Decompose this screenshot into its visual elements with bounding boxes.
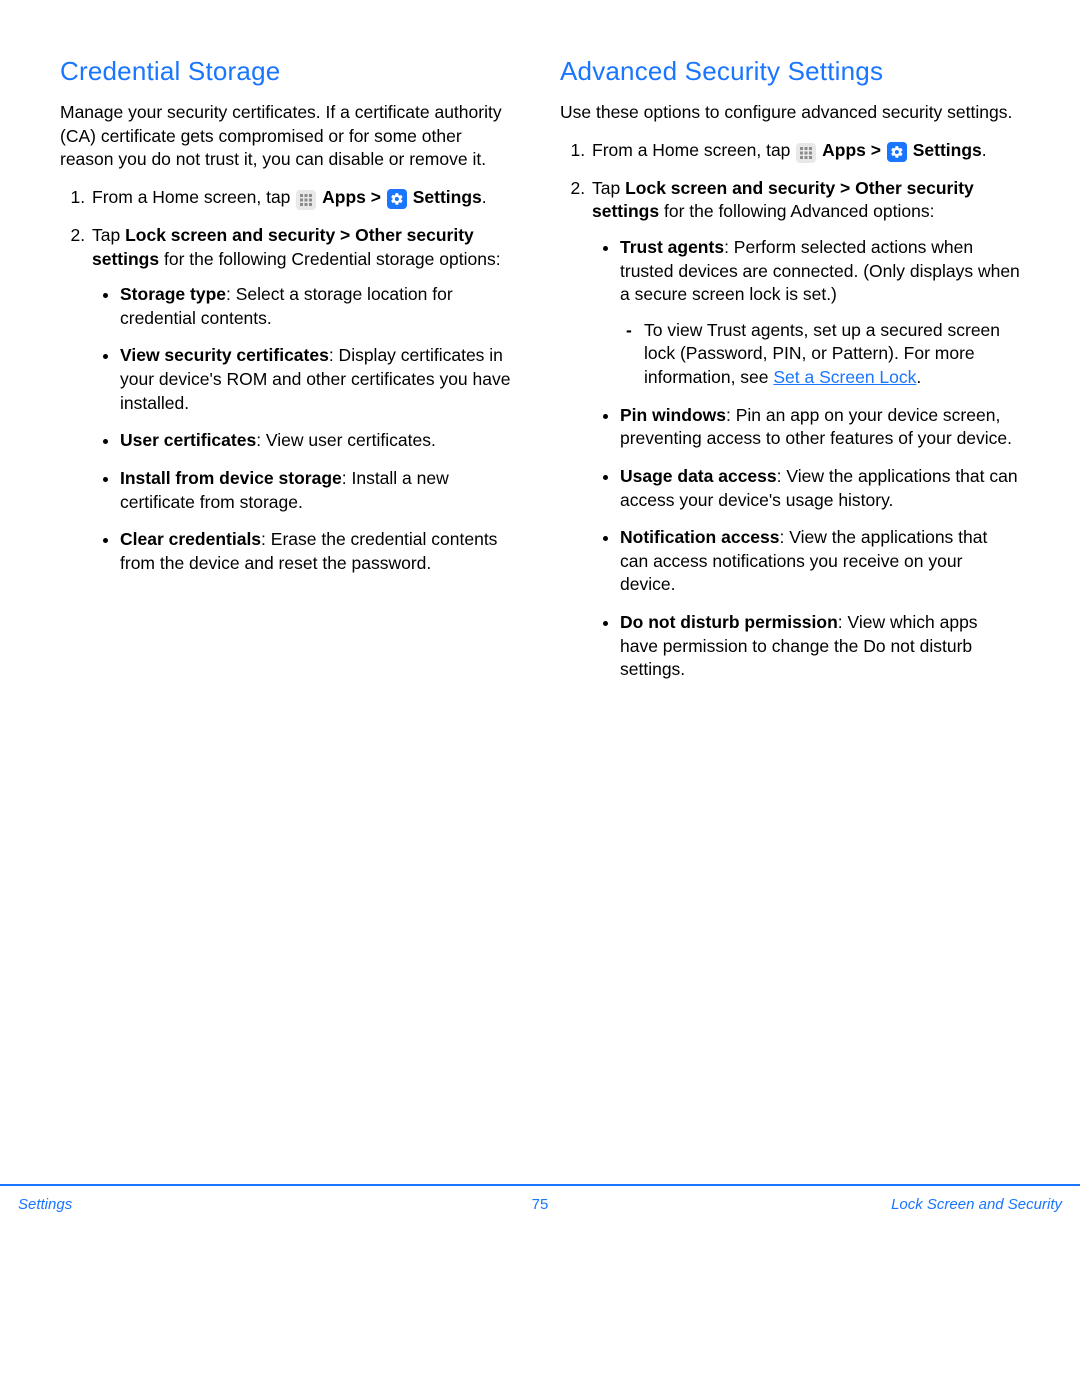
- apps-label: Apps: [822, 140, 866, 160]
- trust-agents-sub: To view Trust agents, set up a secured s…: [620, 319, 1020, 390]
- left-column: Credential Storage Manage your security …: [60, 56, 520, 696]
- settings-label: Settings: [913, 140, 982, 160]
- credential-steps: From a Home screen, tap Apps > Settings.…: [60, 186, 520, 576]
- option-term: Pin windows: [620, 405, 726, 425]
- option-term: Install from device storage: [120, 468, 342, 488]
- option-storage-type: Storage type: Select a storage location …: [120, 283, 520, 330]
- apps-icon: [296, 190, 316, 210]
- sub-dot: .: [916, 367, 921, 387]
- advanced-step-1: From a Home screen, tap Apps > Settings.: [590, 139, 1020, 163]
- step-dot: .: [982, 140, 987, 160]
- gt-separator: >: [366, 187, 386, 207]
- option-dnd-permission: Do not disturb permission: View which ap…: [620, 611, 1020, 682]
- credential-storage-heading: Credential Storage: [60, 56, 520, 87]
- credential-options: Storage type: Select a storage location …: [92, 283, 520, 575]
- option-term: View security certificates: [120, 345, 329, 365]
- option-user-certs: User certificates: View user certificate…: [120, 429, 520, 453]
- option-term: Notification access: [620, 527, 780, 547]
- option-clear-credentials: Clear credentials: Erase the credential …: [120, 528, 520, 575]
- step-text: From a Home screen, tap: [92, 187, 295, 207]
- step-dot: .: [482, 187, 487, 207]
- credential-step-2: Tap Lock screen and security > Other sec…: [90, 224, 520, 576]
- option-usage-data: Usage data access: View the applications…: [620, 465, 1020, 512]
- apps-icon: [796, 143, 816, 163]
- option-term: Storage type: [120, 284, 226, 304]
- step-text: for the following Advanced options:: [659, 201, 934, 221]
- step-text: From a Home screen, tap: [592, 140, 795, 160]
- footer-right: Lock Screen and Security: [891, 1196, 1062, 1213]
- credential-storage-intro: Manage your security certificates. If a …: [60, 101, 520, 172]
- two-column-layout: Credential Storage Manage your security …: [60, 56, 1020, 696]
- settings-icon: [887, 142, 907, 162]
- settings-label: Settings: [413, 187, 482, 207]
- advanced-steps: From a Home screen, tap Apps > Settings.…: [560, 139, 1020, 682]
- page-number: 75: [532, 1196, 549, 1213]
- step-text: Tap: [92, 225, 125, 245]
- advanced-options: Trust agents: Perform selected actions w…: [592, 236, 1020, 682]
- apps-label: Apps: [322, 187, 366, 207]
- settings-icon: [387, 189, 407, 209]
- step-text: for the following Credential storage opt…: [159, 249, 500, 269]
- page-footer: Settings 75 Lock Screen and Security: [0, 1184, 1080, 1213]
- option-desc: : View user certificates.: [256, 430, 436, 450]
- option-notification-access: Notification access: View the applicatio…: [620, 526, 1020, 597]
- option-pin-windows: Pin windows: Pin an app on your device s…: [620, 404, 1020, 451]
- manual-page: Credential Storage Manage your security …: [0, 0, 1080, 1397]
- advanced-security-intro: Use these options to configure advanced …: [560, 101, 1020, 125]
- advanced-security-heading: Advanced Security Settings: [560, 56, 1020, 87]
- set-screen-lock-link[interactable]: Set a Screen Lock: [773, 367, 916, 387]
- step-text: Tap: [592, 178, 625, 198]
- option-trust-agents: Trust agents: Perform selected actions w…: [620, 236, 1020, 390]
- option-term: User certificates: [120, 430, 256, 450]
- option-view-certs: View security certificates: Display cert…: [120, 344, 520, 415]
- advanced-step-2: Tap Lock screen and security > Other sec…: [590, 177, 1020, 682]
- option-install-storage: Install from device storage: Install a n…: [120, 467, 520, 514]
- option-term: Usage data access: [620, 466, 777, 486]
- credential-step-1: From a Home screen, tap Apps > Settings.: [90, 186, 520, 210]
- gt-separator: >: [866, 140, 886, 160]
- trust-agents-note: To view Trust agents, set up a secured s…: [644, 319, 1020, 390]
- right-column: Advanced Security Settings Use these opt…: [560, 56, 1020, 696]
- footer-left: Settings: [18, 1196, 72, 1213]
- option-term: Do not disturb permission: [620, 612, 838, 632]
- option-term: Clear credentials: [120, 529, 261, 549]
- option-term: Trust agents: [620, 237, 724, 257]
